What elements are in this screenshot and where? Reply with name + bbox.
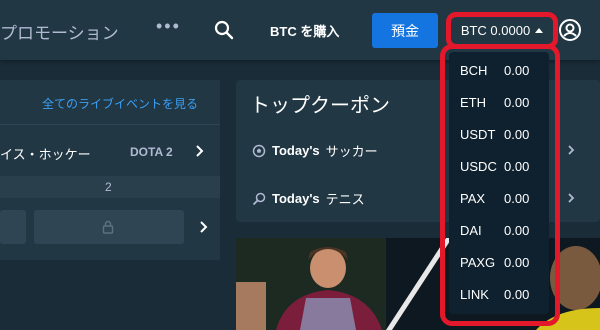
coupon-sport: テニス xyxy=(325,192,365,207)
currency-amount: 0.00 xyxy=(504,95,530,110)
currency-code: USDT xyxy=(460,127,496,142)
currency-option-usdt[interactable]: USDT 0.00 xyxy=(460,127,540,142)
currency-option-paxg[interactable]: PAXG 0.00 xyxy=(460,255,540,270)
coupon-prefix: Today's xyxy=(272,143,320,158)
currency-option-link[interactable]: LINK 0.00 xyxy=(460,287,540,302)
chevron-right-icon xyxy=(196,145,204,157)
event-row-chevron[interactable] xyxy=(198,220,210,234)
divider xyxy=(0,124,220,125)
dropdown-highlight-outline xyxy=(440,44,560,326)
currency-amount: 0.00 xyxy=(504,287,530,302)
currency-amount: 0.00 xyxy=(504,191,530,206)
score-value: 2 xyxy=(105,180,112,194)
currency-amount: 0.00 xyxy=(504,63,530,78)
chevron-right-icon xyxy=(200,221,208,233)
tennis-racket-icon xyxy=(252,192,266,205)
user-icon xyxy=(559,19,581,41)
tab-ice-hockey[interactable]: イス・ホッケー xyxy=(0,144,91,163)
all-live-events-link[interactable]: 全てのライブイベントを見る xyxy=(42,95,198,112)
search-button[interactable] xyxy=(212,18,236,42)
currency-code: DAI xyxy=(460,223,482,238)
currency-amount: 0.00 xyxy=(504,255,530,270)
currency-option-eth[interactable]: ETH 0.00 xyxy=(460,95,540,110)
tab-dota2[interactable]: DOTA 2 xyxy=(130,145,173,159)
currency-code: ETH xyxy=(460,95,486,110)
odds-button[interactable] xyxy=(0,210,26,244)
currency-option-dai[interactable]: DAI 0.00 xyxy=(460,223,540,238)
currency-amount: 0.00 xyxy=(504,127,530,142)
coupon-item-soccer[interactable]: Today's サッカー xyxy=(252,141,378,160)
caret-up-icon xyxy=(535,28,544,33)
currency-code: PAXG xyxy=(460,255,496,270)
top-coupons-title: トップクーポン xyxy=(250,95,390,117)
background-area xyxy=(0,260,220,330)
currency-option-usdc[interactable]: USDC 0.00 xyxy=(460,159,540,174)
tabs-next-button[interactable] xyxy=(194,144,206,158)
currency-code: PAX xyxy=(460,191,486,206)
coupon-sport: サッカー xyxy=(325,144,378,159)
user-menu-button[interactable] xyxy=(558,18,582,42)
buy-btc-button[interactable]: BTC を購入 xyxy=(270,21,339,40)
more-menu-button[interactable]: ••• xyxy=(156,16,181,37)
currency-code: USDC xyxy=(460,159,497,174)
chevron-right-icon xyxy=(566,143,576,155)
coupon-item-tennis[interactable]: Today's テニス xyxy=(252,189,365,208)
search-icon xyxy=(214,20,234,40)
currency-code: LINK xyxy=(460,287,489,302)
lock-icon xyxy=(102,220,114,234)
deposit-button[interactable]: 預金 xyxy=(372,13,438,48)
coupon-prefix: Today's xyxy=(272,191,320,206)
wallet-balance-text: BTC 0.0000 xyxy=(460,23,531,38)
currency-amount: 0.00 xyxy=(504,159,530,174)
currency-option-bch[interactable]: BCH 0.00 xyxy=(460,63,540,78)
currency-option-pax[interactable]: PAX 0.00 xyxy=(460,191,540,206)
currency-code: BCH xyxy=(460,63,488,78)
promotions-link[interactable]: プロモーション xyxy=(0,19,119,44)
currency-amount: 0.00 xyxy=(504,223,530,238)
chevron-right-icon xyxy=(566,191,576,203)
soccer-ball-icon xyxy=(252,144,266,157)
